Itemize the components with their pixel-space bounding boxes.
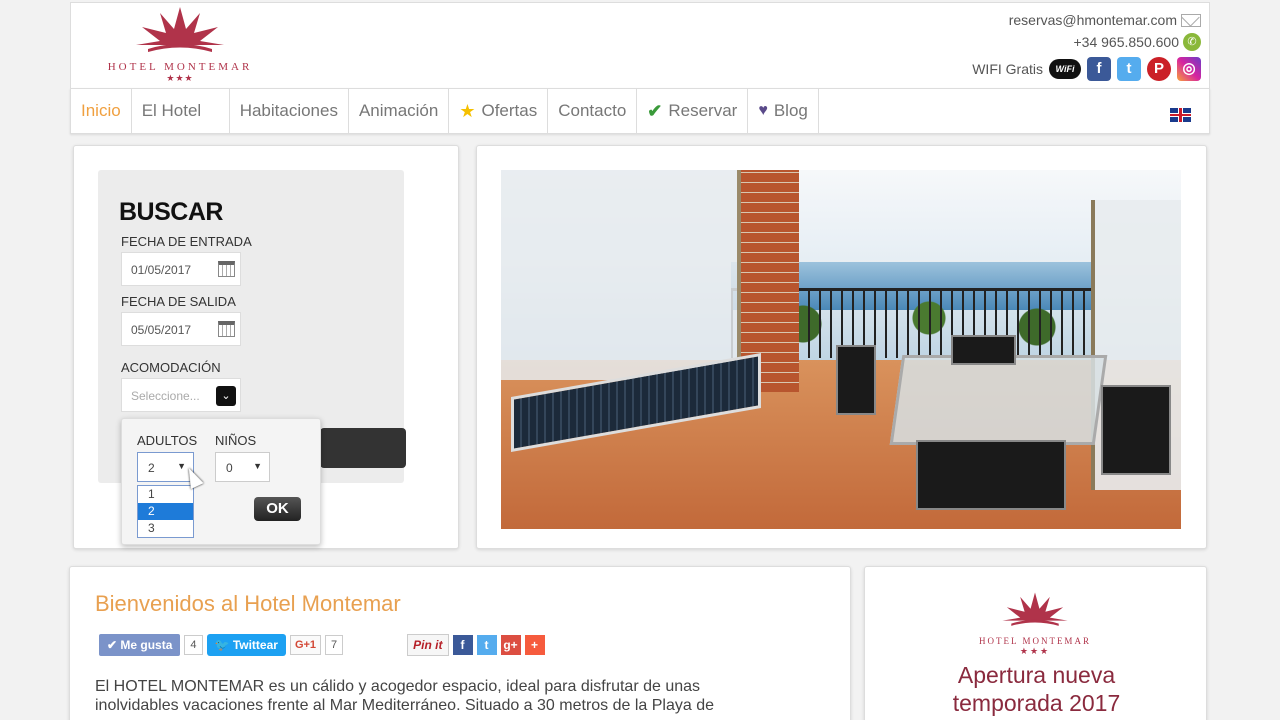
ok-button[interactable]: OK — [254, 497, 301, 521]
pinit-button[interactable]: Pin it — [407, 634, 449, 656]
star-icon: ★ — [459, 100, 476, 121]
welcome-title: Bienvenidos al Hotel Montemar — [95, 591, 401, 616]
nav-label: Inicio — [81, 101, 121, 120]
adults-options-list: 1 2 3 — [137, 485, 194, 538]
adults-label: ADULTOS — [137, 433, 198, 448]
checkin-input[interactable]: 01/05/2017 — [121, 252, 241, 286]
more-share-icon[interactable]: + — [524, 635, 545, 655]
welcome-text: El HOTEL MONTEMAR es un cálido y acogedo… — [95, 678, 715, 714]
children-select[interactable]: 0 ▼ — [215, 452, 270, 482]
facebook-share-icon[interactable]: f — [452, 635, 473, 655]
nav-label: Habitaciones — [239, 101, 338, 120]
promo-text: Apertura nueva temporada 2017 — [865, 661, 1208, 717]
calendar-icon[interactable] — [218, 261, 235, 277]
welcome-panel: Bienvenidos al Hotel Montemar ✔ Me gusta… — [69, 566, 851, 720]
wifi-label: WIFI Gratis — [972, 61, 1043, 77]
nav-item-animacion[interactable]: Animación — [349, 89, 450, 133]
logo-stars: ★★★ — [166, 73, 194, 83]
photo-panel — [476, 145, 1207, 549]
dropdown-arrow-icon: ▼ — [253, 461, 262, 471]
checkin-value: 01/05/2017 — [131, 263, 192, 277]
heart-icon: ♥ — [758, 102, 768, 119]
twitter-icon[interactable]: t — [1117, 57, 1141, 81]
children-value: 0 — [226, 461, 233, 475]
promo-logo-stars: ★★★ — [1019, 646, 1051, 656]
tweet-label: Twittear — [232, 638, 278, 652]
mail-icon — [1181, 13, 1201, 27]
pinterest-icon[interactable]: P — [1147, 57, 1171, 81]
checkout-value: 05/05/2017 — [131, 323, 192, 337]
gplus-button[interactable]: G+1 — [289, 635, 322, 655]
uk-flag-icon[interactable] — [1170, 108, 1191, 122]
adults-value: 2 — [148, 461, 155, 475]
terrace-photo — [501, 170, 1181, 529]
phone-icon: ✆ — [1183, 33, 1201, 51]
children-label: NIÑOS — [215, 433, 257, 448]
hotel-logo[interactable]: HOTEL MONTEMAR ★★★ — [105, 5, 255, 87]
adults-option[interactable]: 1 — [138, 486, 193, 503]
like-count: 4 — [184, 635, 203, 655]
nav-item-habitaciones[interactable]: Habitaciones — [230, 89, 349, 133]
accommodation-select[interactable]: Seleccione... ⌄ — [121, 378, 241, 412]
logo-text: HOTEL MONTEMAR — [107, 61, 253, 73]
nav-item-el-hotel[interactable]: El Hotel — [132, 89, 230, 133]
like-label: Me gusta — [120, 638, 173, 652]
chevron-down-icon: ⌄ — [216, 386, 236, 406]
search-title: BUSCAR — [119, 198, 223, 226]
nav-item-blog[interactable]: ♥ Blog — [748, 89, 819, 133]
nav-label: Blog — [773, 101, 808, 120]
promo-line1: Apertura nueva — [957, 662, 1116, 688]
guests-popup: ADULTOS NIÑOS 2 ▼ 0 ▼ 1 2 3 OK — [121, 418, 321, 545]
nav-label: Animación — [358, 101, 439, 120]
gplus-count: 7 — [325, 635, 344, 655]
checkout-input[interactable]: 05/05/2017 — [121, 312, 241, 346]
logo-star-icon — [1002, 592, 1068, 626]
tweet-button[interactable]: 🐦 Twittear — [206, 634, 286, 656]
logo-star-icon — [136, 7, 224, 52]
contact-info: reservas@hmontemar.com +34 965.850.600 ✆… — [972, 9, 1201, 81]
adults-option[interactable]: 2 — [138, 503, 193, 520]
accommodation-placeholder: Seleccione... — [131, 389, 200, 403]
promo-logo-text: HOTEL MONTEMAR — [979, 636, 1091, 646]
share-bar: ✔ Me gusta 4 🐦 Twittear G+1 7 Pin it f t… — [99, 633, 545, 657]
nav-item-reservar[interactable]: ✔ Reservar — [637, 89, 749, 133]
facebook-like-button[interactable]: ✔ Me gusta — [99, 634, 181, 656]
nav-label: Ofertas — [481, 101, 538, 120]
main-nav: Inicio El Hotel Habitaciones Animación ★… — [70, 88, 1210, 134]
checkout-label: FECHA DE SALIDA — [121, 294, 236, 309]
phone-number: +34 965.850.600 — [1073, 34, 1180, 50]
promo-logo: HOTEL MONTEMAR ★★★ — [975, 591, 1095, 657]
facebook-icon[interactable]: f — [1087, 57, 1111, 81]
site-header: HOTEL MONTEMAR ★★★ reservas@hmontemar.co… — [70, 2, 1210, 88]
promo-line2: temporada 2017 — [952, 690, 1121, 716]
nav-label: Contacto — [558, 101, 627, 120]
adults-option[interactable]: 3 — [138, 520, 193, 537]
nav-label: Reservar — [668, 101, 738, 120]
nav-label: El Hotel — [141, 101, 202, 120]
instagram-icon[interactable]: ◎ — [1177, 57, 1201, 81]
calendar-icon[interactable] — [218, 321, 235, 337]
checkin-label: FECHA DE ENTRADA — [121, 234, 252, 249]
nav-item-inicio[interactable]: Inicio — [71, 89, 132, 133]
accommodation-label: ACOMODACIÓN — [121, 360, 221, 375]
twitter-share-icon[interactable]: t — [476, 635, 497, 655]
gplus-share-icon[interactable]: g+ — [500, 635, 521, 655]
promo-panel[interactable]: HOTEL MONTEMAR ★★★ Apertura nueva tempor… — [864, 566, 1207, 720]
nav-item-ofertas[interactable]: ★ Ofertas — [449, 89, 549, 133]
email-link[interactable]: reservas@hmontemar.com — [1009, 12, 1177, 28]
nav-item-contacto[interactable]: Contacto — [548, 89, 638, 133]
wifi-icon: WiFi — [1049, 59, 1081, 79]
search-button[interactable] — [320, 428, 406, 468]
check-icon: ✔ — [647, 100, 663, 121]
